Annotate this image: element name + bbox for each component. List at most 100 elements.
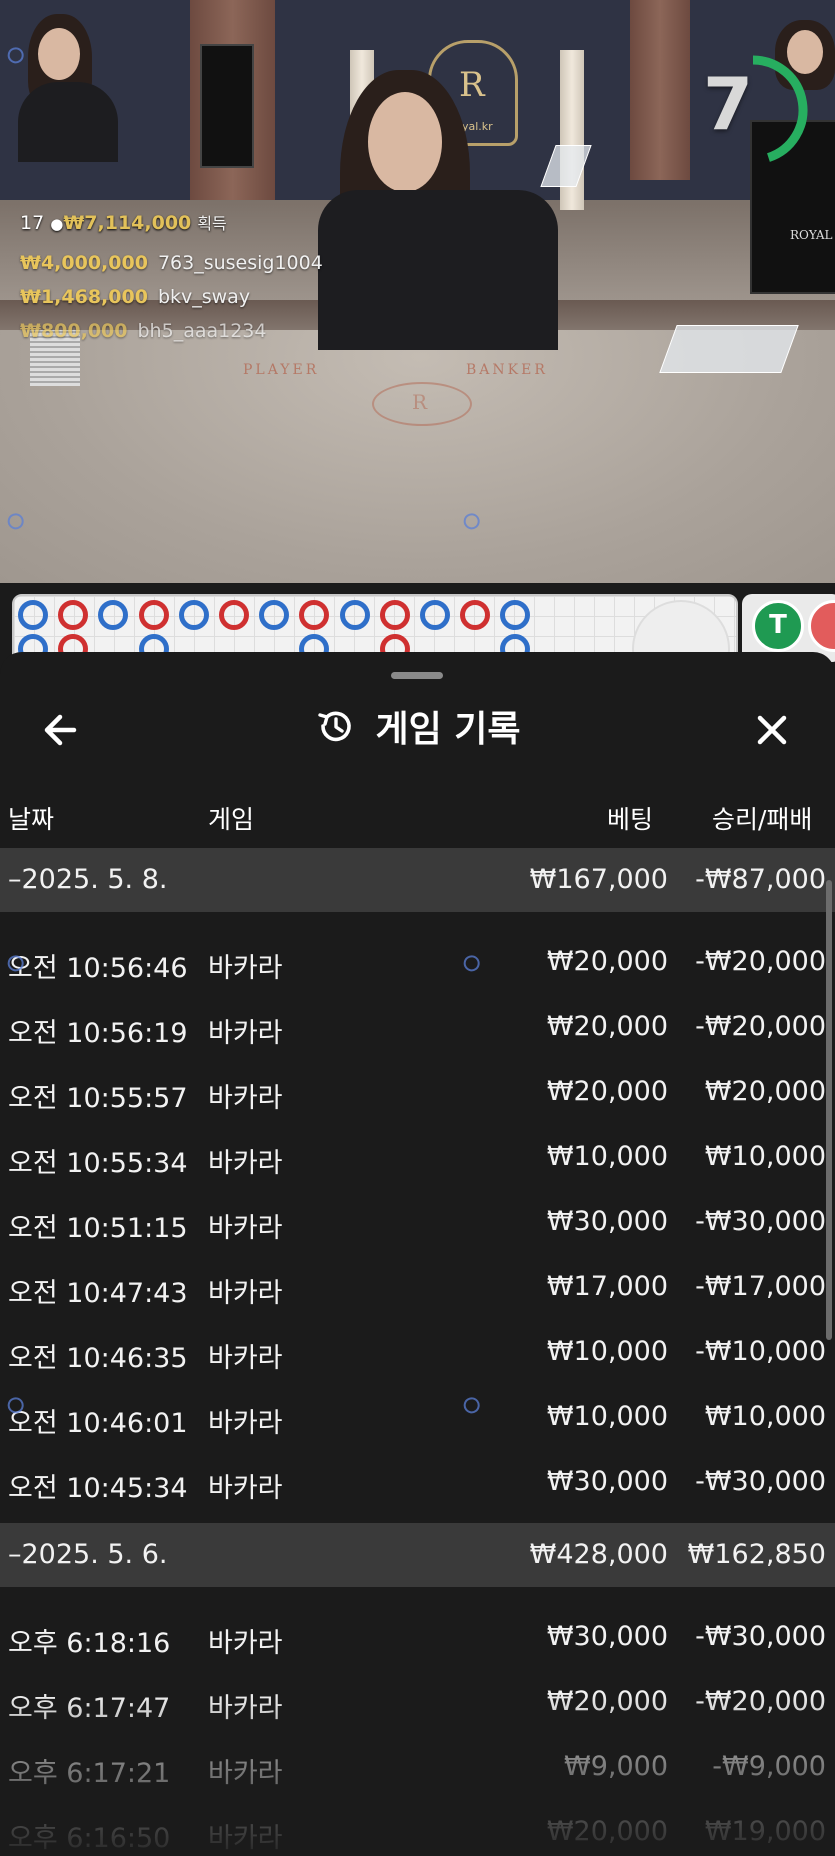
date-group-header[interactable]: –2025. 5. 6. ₩428,000 ₩162,850	[0, 1523, 835, 1587]
player-bead	[178, 600, 209, 630]
banker-bead	[299, 600, 330, 630]
row-bet: ₩30,000	[546, 1466, 668, 1497]
winner-row: ₩800,000 bh5_aaa1234	[20, 320, 266, 342]
row-bet: ₩17,000	[546, 1271, 668, 1302]
curtain-right	[630, 0, 690, 180]
group-total-bet: ₩428,000	[529, 1539, 668, 1570]
player-bead	[18, 600, 48, 630]
card-shoe	[659, 325, 799, 373]
history-row[interactable]: 오전 10:56:46 바카라 ₩20,000 -₩20,000	[0, 932, 835, 992]
row-game: 바카라	[208, 1278, 283, 1309]
row-time: 오전 10:55:57	[8, 1083, 188, 1114]
live-video-feed: R yal.kr PLAYER BANKER R ROYAL 17 ●₩7,11…	[0, 0, 835, 583]
group-total-result: -₩87,000	[695, 864, 826, 895]
table-label-player: PLAYER	[243, 362, 320, 378]
column-header-result[interactable]: 승리/패배	[712, 800, 812, 836]
row-bet: ₩10,000	[546, 1401, 668, 1432]
column-header-game[interactable]: 게임	[208, 800, 254, 836]
close-icon	[757, 715, 787, 745]
history-row[interactable]: 오전 10:55:57 바카라 ₩20,000 ₩20,000	[0, 1062, 835, 1122]
banker-bead	[379, 600, 410, 630]
row-result: -₩30,000	[695, 1206, 826, 1237]
row-game: 바카라	[208, 953, 283, 984]
history-row[interactable]: 오전 10:56:19 바카라 ₩20,000 -₩20,000	[0, 997, 835, 1057]
winners-count: 17	[20, 212, 45, 234]
row-time: 오전 10:45:34	[8, 1473, 188, 1504]
history-row[interactable]: 오전 10:46:01 바카라 ₩10,000 ₩10,000	[0, 1387, 835, 1447]
banker-bead	[460, 600, 491, 630]
row-game: 바카라	[208, 1343, 283, 1374]
table-logo-letter: R	[412, 390, 428, 414]
row-bet: ₩30,000	[546, 1621, 668, 1652]
table-label-banker: BANKER	[466, 362, 548, 378]
winner-user: bh5_aaa1234	[137, 320, 267, 342]
history-row[interactable]: 오전 10:47:43 바카라 ₩17,000 -₩17,000	[0, 1257, 835, 1317]
banker-bead	[138, 600, 169, 630]
tie-prediction-badge[interactable]: T	[752, 600, 804, 652]
column-header-date[interactable]: 날짜	[8, 800, 54, 836]
row-bet: ₩30,000	[546, 1206, 668, 1237]
sheet-grabber[interactable]	[391, 672, 443, 679]
banker-bead	[219, 600, 249, 630]
history-row[interactable]: 오전 10:51:15 바카라 ₩30,000 -₩30,000	[0, 1192, 835, 1252]
row-result: -₩30,000	[695, 1466, 826, 1497]
sheet-title: 게임 기록	[375, 709, 521, 750]
table-logo: R	[372, 382, 472, 426]
winner-user: bkv_sway	[157, 286, 251, 308]
row-time: 오전 10:51:15	[8, 1213, 188, 1244]
date-group-header[interactable]: –2025. 5. 8. ₩167,000 -₩87,000	[0, 848, 835, 912]
row-game: 바카라	[208, 1408, 283, 1439]
crest-site-text: yal.kr	[462, 120, 493, 133]
winner-amount: ₩1,468,000	[20, 286, 148, 308]
history-row[interactable]: 오전 10:55:34 바카라 ₩10,000 ₩10,000	[0, 1127, 835, 1187]
group-date: –2025. 5. 8.	[8, 864, 168, 895]
history-icon	[318, 711, 352, 742]
game-history-sheet: 게임 기록 날짜 게임 베팅 승리/패배 –2025. 5. 8. ₩167,00…	[0, 652, 835, 1856]
player-bead	[500, 600, 531, 630]
row-time: 오전 10:55:34	[8, 1148, 188, 1179]
history-row[interactable]: 오후 6:18:16 바카라 ₩30,000 -₩30,000	[0, 1607, 835, 1667]
person-icon: ●	[50, 215, 64, 233]
countdown-number: 7	[703, 62, 754, 146]
winner-amount: ₩4,000,000	[20, 252, 148, 274]
winner-user: 763_susesig1004	[157, 252, 323, 274]
scrollbar[interactable]	[826, 880, 832, 1340]
winner-amount: ₩800,000	[20, 320, 128, 342]
row-result: -₩17,000	[695, 1271, 826, 1302]
row-bet: ₩20,000	[546, 1011, 668, 1042]
group-total-bet: ₩167,000	[529, 864, 668, 895]
player-bead	[259, 600, 290, 630]
player-bead	[339, 600, 370, 630]
row-bet: ₩20,000	[546, 946, 668, 977]
row-game: 바카라	[208, 1628, 283, 1659]
row-time: 오후 6:18:16	[8, 1628, 171, 1659]
player-bead	[98, 600, 129, 630]
dealer-sign-left	[200, 44, 254, 168]
row-result: -₩20,000	[695, 946, 826, 977]
winner-row: ₩4,000,000 763_susesig1004	[20, 252, 323, 274]
row-result: -₩30,000	[695, 1621, 826, 1652]
column-header-bet[interactable]: 베팅	[607, 800, 653, 836]
row-result: ₩20,000	[704, 1076, 826, 1107]
row-game: 바카라	[208, 1018, 283, 1049]
history-row[interactable]: 오전 10:45:34 바카라 ₩30,000 -₩30,000	[0, 1452, 835, 1512]
winners-gain-label: 획득	[197, 214, 227, 233]
history-row[interactable]: 오전 10:46:35 바카라 ₩10,000 -₩10,000	[0, 1322, 835, 1382]
row-bet: ₩20,000	[546, 1076, 668, 1107]
sheet-header: 게임 기록	[0, 700, 835, 760]
row-bet: ₩10,000	[546, 1141, 668, 1172]
row-game: 바카라	[208, 1213, 283, 1244]
row-time: 오전 10:47:43	[8, 1278, 188, 1309]
crest-letter: R	[459, 65, 485, 105]
row-game: 바카라	[208, 1473, 283, 1504]
row-result: ₩10,000	[704, 1141, 826, 1172]
row-result: ₩10,000	[704, 1401, 826, 1432]
group-date: –2025. 5. 6.	[8, 1539, 168, 1570]
row-result: -₩20,000	[695, 1011, 826, 1042]
player-bead	[420, 600, 450, 630]
row-result: -₩10,000	[695, 1336, 826, 1367]
close-button[interactable]	[744, 702, 800, 758]
row-time: 오전 10:56:19	[8, 1018, 188, 1049]
winners-total: ₩7,114,000	[63, 212, 192, 234]
row-bet: ₩10,000	[546, 1336, 668, 1367]
